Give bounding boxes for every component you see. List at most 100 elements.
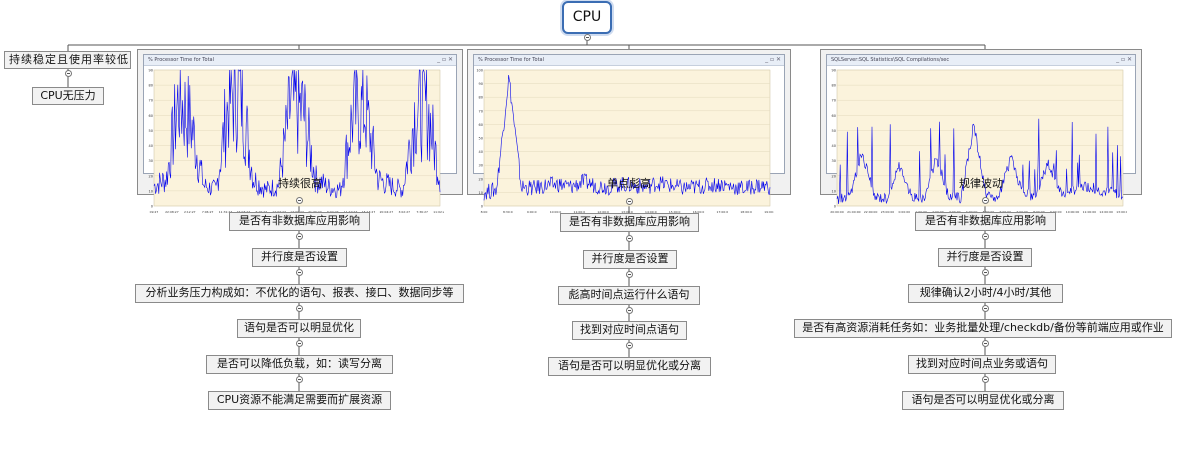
y-tick-label: 30 (832, 159, 836, 163)
collapse-toggle-icon[interactable] (982, 305, 989, 312)
step-node[interactable]: 分析业务压力构成如：不优化的语句、报表、接口、数据同步等 (135, 284, 464, 303)
collapse-toggle-icon[interactable] (296, 305, 303, 312)
y-tick-label: 80 (149, 84, 153, 88)
window-controls-icon: _ ▫ ✕ (437, 56, 453, 63)
step-node[interactable]: 语句是否可以明显优化或分离 (548, 357, 711, 376)
step-node[interactable]: 规律确认2小时/4小时/其他 (908, 284, 1063, 303)
x-tick-label: 18:00:0 (740, 210, 752, 214)
y-tick-label: 50 (832, 129, 836, 133)
step-node[interactable]: 找到对应时间点业务或语句 (908, 355, 1056, 374)
leaf-node-no-pressure[interactable]: CPU无压力 (32, 87, 104, 105)
y-tick-label: 90 (832, 69, 836, 73)
y-tick-label: 70 (832, 99, 836, 103)
x-tick-label: 21:00:00 (847, 210, 861, 214)
y-tick-label: 60 (832, 114, 836, 118)
x-tick-label: 20:04:27 (380, 210, 394, 214)
x-tick-label: 22:00:00 (864, 210, 878, 214)
chart-window-title: % Processor Time for Total _ ▫ ✕ (144, 55, 456, 66)
collapse-toggle-icon[interactable] (296, 340, 303, 347)
step-node[interactable]: 并行度是否设置 (583, 250, 677, 269)
step-node[interactable]: 彪高时间点运行什么语句 (558, 286, 700, 305)
x-tick-label: 11:00:00 (1083, 210, 1097, 214)
x-tick-label: 20:00:00 (830, 210, 844, 214)
collapse-toggle-icon[interactable] (626, 271, 633, 278)
x-tick-label: 8:00 (481, 210, 488, 214)
chart-window-title: % Processor Time for Total _ ▫ ✕ (474, 55, 784, 66)
x-tick-label: 10:00:00 (1066, 210, 1080, 214)
step-node[interactable]: 是否有非数据库应用影响 (915, 212, 1056, 231)
y-tick-label: 50 (479, 137, 483, 141)
y-tick-label: 60 (149, 114, 153, 118)
x-tick-label: 22:08:27 (165, 210, 179, 214)
y-tick-label: 40 (149, 144, 153, 148)
window-controls-icon: _ ▫ ✕ (1116, 56, 1132, 63)
x-tick-label: 0:00:00 (899, 210, 911, 214)
x-tick-label: 9:00:0 (527, 210, 537, 214)
collapse-toggle-icon[interactable] (982, 233, 989, 240)
collapse-toggle-icon[interactable] (982, 269, 989, 276)
x-tick-label: 23:00:00 (881, 210, 895, 214)
collapse-toggle-icon[interactable] (296, 376, 303, 383)
x-tick-label: 19:00:0 (764, 210, 774, 214)
collapse-toggle-icon[interactable] (626, 235, 633, 242)
step-node[interactable]: 是否有非数据库应用影响 (229, 212, 370, 231)
chart-plot: 10090807060504030201008:00 8:30:0 9:00:0 10… (476, 69, 774, 215)
x-tick-label: 7:06:27 (202, 210, 214, 214)
collapse-toggle-icon[interactable] (982, 197, 989, 204)
branch-node-low-usage[interactable]: 持续稳定且使用率较低 (4, 51, 131, 69)
step-node[interactable]: 并行度是否设置 (252, 248, 347, 267)
collapse-toggle-icon[interactable] (296, 197, 303, 204)
y-tick-label: 70 (479, 109, 483, 113)
x-tick-label: 13:00:00 (1116, 210, 1127, 214)
y-tick-label: 90 (149, 69, 153, 73)
chart-window-title: SQLServer:SQL Statistics\SQL Compilation… (827, 55, 1135, 66)
collapse-toggle-icon[interactable] (296, 233, 303, 240)
x-tick-label: 12:00:00 (1099, 210, 1113, 214)
step-node[interactable]: 是否有非数据库应用影响 (560, 213, 699, 232)
x-tick-label: 2:12:27 (184, 210, 196, 214)
step-node[interactable]: 并行度是否设置 (938, 248, 1032, 267)
y-tick-label: 90 (479, 82, 483, 86)
step-node[interactable]: CPU资源不能满足需要而扩展资源 (208, 391, 391, 410)
y-tick-label: 80 (479, 96, 483, 100)
collapse-toggle-icon[interactable] (626, 342, 633, 349)
y-tick-label: 30 (479, 164, 483, 168)
branch-node-periodic-fluctuation[interactable]: SQLServer:SQL Statistics\SQL Compilation… (820, 49, 1142, 214)
x-tick-label: 3:02:27 (398, 210, 410, 214)
step-node[interactable]: 语句是否可以明显优化或分离 (902, 391, 1064, 410)
collapse-toggle-icon[interactable] (65, 70, 72, 77)
branch-node-single-spike[interactable]: % Processor Time for Total _ ▫ ✕ 100 90 80 7… (467, 49, 791, 214)
x-tick-label: 09:27 (150, 210, 159, 214)
branch-caption: 单点彪高 (607, 177, 651, 190)
y-tick-label: 30 (149, 159, 153, 163)
collapse-toggle-icon[interactable] (296, 269, 303, 276)
root-node-cpu[interactable]: CPU (562, 1, 612, 34)
step-node[interactable]: 是否有高资源消耗任务如：业务批量处理/checkdb/备份等前端应用或作业 (794, 319, 1172, 338)
y-tick-label: 0 (834, 205, 836, 209)
y-tick-label: 40 (832, 144, 836, 148)
collapse-toggle-icon[interactable] (626, 307, 633, 314)
x-tick-label: 17:00:0 (717, 210, 729, 214)
collapse-toggle-icon[interactable] (982, 340, 989, 347)
chart-window: SQLServer:SQL Statistics\SQL Compilation… (826, 54, 1136, 214)
collapse-toggle-icon[interactable] (982, 376, 989, 383)
collapse-toggle-icon[interactable] (584, 34, 591, 41)
branch-node-sustained-high[interactable]: % Processor Time for Total _ ▫ ✕ 90 80 70 60… (137, 49, 463, 214)
x-tick-label: 8:30:0 (503, 210, 513, 214)
y-tick-label: 100 (476, 69, 483, 73)
y-tick-label: 70 (149, 99, 153, 103)
y-tick-label: 60 (479, 123, 483, 127)
chart-plot: 908070605040302010009:27 22:08:27 2:12:27 7… (149, 69, 444, 215)
step-node[interactable]: 找到对应时间点语句 (572, 321, 687, 340)
y-tick-label: 40 (479, 150, 483, 154)
step-node[interactable]: 语句是否可以明显优化 (237, 319, 361, 338)
collapse-toggle-icon[interactable] (626, 198, 633, 205)
branch-caption: 规律波动 (959, 177, 1003, 190)
branch-caption: 持续很高 (278, 177, 322, 190)
chart-window: % Processor Time for Total _ ▫ ✕ 90 80 70 60… (143, 54, 457, 214)
step-node[interactable]: 是否可以降低负载，如：读写分离 (206, 355, 393, 374)
chart-window: % Processor Time for Total _ ▫ ✕ 100 90 80 7… (473, 54, 785, 214)
y-tick-label: 80 (832, 84, 836, 88)
y-tick-label: 50 (149, 129, 153, 133)
x-tick-label: 7:36:27 (416, 210, 428, 214)
